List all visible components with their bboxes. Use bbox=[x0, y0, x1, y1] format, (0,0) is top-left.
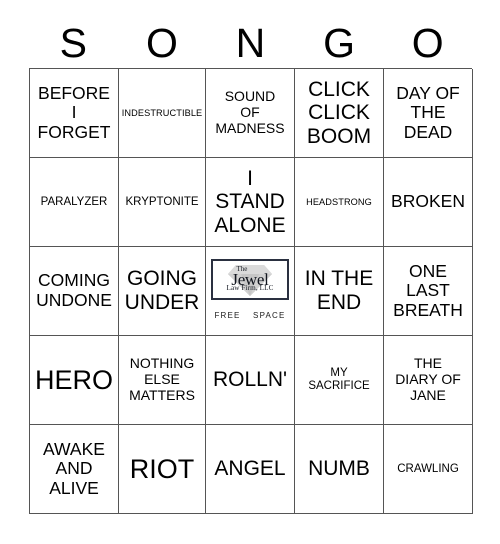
bingo-cell[interactable]: BROKEN bbox=[384, 158, 473, 247]
bingo-cell[interactable]: CRAWLING bbox=[384, 425, 473, 514]
logo-firm-text: Law Firm, LLC bbox=[226, 284, 274, 293]
bingo-cell-label: KRYPTONITE bbox=[125, 195, 199, 208]
bingo-card: S O N G O BEFORE I FORGET INDESTRUCTIBLE… bbox=[0, 0, 500, 544]
bingo-cell[interactable]: HEADSTRONG bbox=[295, 158, 384, 247]
bingo-cell[interactable]: CLICK CLICK BOOM bbox=[295, 69, 384, 158]
bingo-cell[interactable]: GOING UNDER bbox=[119, 247, 206, 336]
bingo-cell-label: HERO bbox=[34, 364, 113, 395]
bingo-cell-label: MY SACRIFICE bbox=[308, 367, 370, 392]
bingo-cell[interactable]: NOTHING ELSE MATTERS bbox=[119, 336, 206, 425]
bingo-cell-label: AWAKE AND ALIVE bbox=[43, 438, 105, 498]
header-letter-2: O bbox=[145, 19, 178, 66]
bingo-cell[interactable]: SOUND OF MADNESS bbox=[206, 69, 295, 158]
bingo-cell[interactable]: PARALYZER bbox=[30, 158, 119, 247]
bingo-cell-label: NUMB bbox=[308, 457, 370, 481]
bingo-cell-label: HEADSTRONG bbox=[306, 196, 372, 207]
bingo-cell[interactable]: AWAKE AND ALIVE bbox=[30, 425, 119, 514]
header-letter-3: N bbox=[235, 19, 266, 66]
free-label: FREE bbox=[214, 311, 241, 320]
bingo-cell[interactable]: INDESTRUCTIBLE bbox=[119, 69, 206, 158]
bingo-cell-label: INDESTRUCTIBLE bbox=[121, 107, 203, 118]
bingo-cell-label: COMING UNDONE bbox=[36, 270, 112, 310]
bingo-cell-label: PARALYZER bbox=[40, 195, 108, 208]
bingo-cell[interactable]: I STAND ALONE bbox=[206, 158, 295, 247]
bingo-cell[interactable]: ANGEL bbox=[206, 425, 295, 514]
bingo-cell-label: ROLLN' bbox=[212, 368, 288, 392]
bingo-cell-label: CLICK CLICK BOOM bbox=[306, 77, 372, 148]
header-letter-5: O bbox=[411, 19, 444, 66]
bingo-cell-label: ANGEL bbox=[214, 457, 286, 481]
bingo-cell-label: ONE LAST BREATH bbox=[393, 260, 463, 320]
bingo-cell-label: SOUND OF MADNESS bbox=[215, 88, 285, 136]
header-letter-4: G bbox=[323, 19, 356, 66]
bingo-cell-label: I STAND ALONE bbox=[214, 166, 286, 237]
bingo-cell[interactable]: THE DIARY OF JANE bbox=[384, 336, 473, 425]
bingo-cell[interactable]: NUMB bbox=[295, 425, 384, 514]
bingo-cell[interactable]: BEFORE I FORGET bbox=[30, 69, 119, 158]
logo-wordmark: The Jewel Law Firm, LLC bbox=[226, 266, 273, 292]
bingo-cell[interactable]: ROLLN' bbox=[206, 336, 295, 425]
jewel-law-firm-logo: The Jewel Law Firm, LLC bbox=[211, 259, 289, 300]
bingo-cell-label: BEFORE I FORGET bbox=[37, 82, 111, 142]
bingo-header-letters: S O N G O bbox=[29, 18, 472, 68]
bingo-grid: BEFORE I FORGET INDESTRUCTIBLE SOUND OF … bbox=[29, 68, 473, 514]
bingo-cell-label: THE DIARY OF JANE bbox=[395, 355, 461, 403]
bingo-cell[interactable]: RIOT bbox=[119, 425, 206, 514]
free-space-labels: FREE SPACE bbox=[214, 305, 285, 323]
bingo-cell-label: IN THE END bbox=[304, 267, 374, 314]
bingo-cell-label: NOTHING ELSE MATTERS bbox=[129, 355, 195, 403]
bingo-cell-label: RIOT bbox=[129, 453, 195, 484]
header-letter-1: S bbox=[59, 19, 87, 66]
bingo-cell-label: BROKEN bbox=[391, 191, 465, 212]
bingo-cell-label: DAY OF THE DEAD bbox=[396, 82, 460, 142]
bingo-cell-label: CRAWLING bbox=[397, 462, 459, 475]
bingo-cell[interactable]: DAY OF THE DEAD bbox=[384, 69, 473, 158]
bingo-cell[interactable]: ONE LAST BREATH bbox=[384, 247, 473, 336]
bingo-free-space-cell[interactable]: The Jewel Law Firm, LLC FREE SPACE bbox=[206, 247, 295, 336]
bingo-cell[interactable]: MY SACRIFICE bbox=[295, 336, 384, 425]
space-label: SPACE bbox=[253, 311, 286, 320]
bingo-cell[interactable]: KRYPTONITE bbox=[119, 158, 206, 247]
bingo-cell[interactable]: HERO bbox=[30, 336, 119, 425]
bingo-cell[interactable]: COMING UNDONE bbox=[30, 247, 119, 336]
bingo-cell-label: GOING UNDER bbox=[124, 267, 200, 314]
bingo-cell[interactable]: IN THE END bbox=[295, 247, 384, 336]
